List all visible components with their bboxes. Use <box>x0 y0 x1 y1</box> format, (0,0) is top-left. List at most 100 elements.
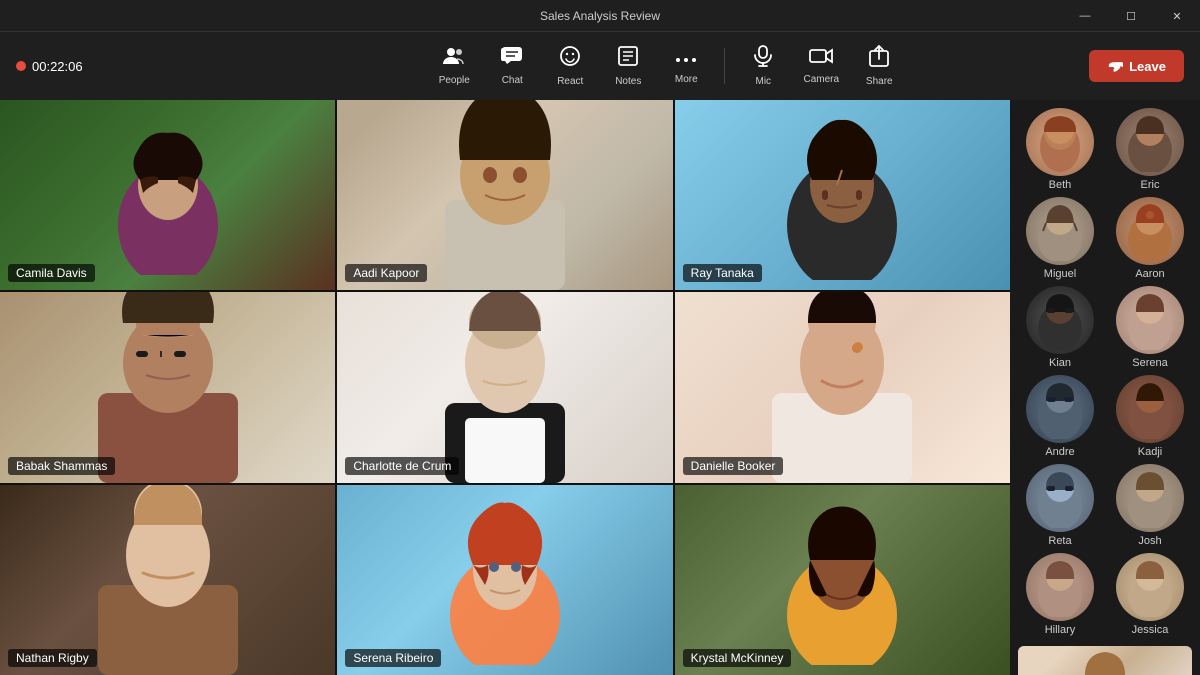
sidebar-row-3: Kian Serena <box>1010 286 1200 369</box>
babak-avatar <box>88 292 248 482</box>
participant-serena[interactable]: Serena <box>1108 286 1192 369</box>
avatar-reta <box>1026 464 1094 532</box>
people-button[interactable]: People <box>426 38 482 94</box>
mic-icon <box>754 45 772 73</box>
participant-reta[interactable]: Reta <box>1018 464 1102 547</box>
participant-hillary[interactable]: Hillary <box>1018 553 1102 636</box>
sidebar-row-4: Andre Kadji <box>1010 375 1200 458</box>
more-label: More <box>675 74 698 85</box>
participant-eric[interactable]: Eric <box>1108 108 1192 191</box>
participants-sidebar: Beth Eric <box>1010 100 1200 675</box>
name-tag-aadi: Aadi Kapoor <box>345 264 427 282</box>
notes-label: Notes <box>615 76 641 87</box>
camila-avatar <box>108 115 228 275</box>
name-tag-ray: Ray Tanaka <box>683 264 762 282</box>
share-button[interactable]: Share <box>851 38 907 94</box>
share-label: Share <box>866 76 893 87</box>
ray-avatar <box>777 110 907 280</box>
charlotte-avatar <box>425 292 585 482</box>
notes-icon <box>618 45 638 73</box>
react-label: React <box>557 76 583 87</box>
participant-name-josh: Josh <box>1138 535 1161 547</box>
participant-jessica[interactable]: Jessica <box>1108 553 1192 636</box>
avatar-kadji <box>1116 375 1184 443</box>
avatar-andre <box>1026 375 1094 443</box>
video-tile-ray[interactable]: Ray Tanaka <box>675 100 1010 290</box>
toolbar-buttons: People Chat Reac <box>426 38 907 94</box>
react-button[interactable]: React <box>542 38 598 94</box>
avatar-aaron <box>1116 197 1184 265</box>
avatar-serena <box>1116 286 1184 354</box>
toolbar: 00:22:06 People <box>0 32 1200 100</box>
participant-aaron[interactable]: Aaron <box>1108 197 1192 280</box>
more-button[interactable]: More <box>658 38 714 94</box>
avatar-eric <box>1116 108 1184 176</box>
close-button[interactable]: ✕ <box>1154 0 1200 32</box>
video-grid: Camila Davis Aadi Kapoor <box>0 100 1010 675</box>
participant-kian[interactable]: Kian <box>1018 286 1102 369</box>
nathan-avatar <box>88 485 248 675</box>
participant-andre[interactable]: Andre <box>1018 375 1102 458</box>
participant-miguel[interactable]: Miguel <box>1018 197 1102 280</box>
video-tile-serena-r[interactable]: Serena Ribeiro <box>337 485 672 675</box>
jessica-video-preview <box>1018 646 1192 675</box>
participant-name-andre: Andre <box>1045 446 1074 458</box>
aadi-avatar <box>425 100 585 290</box>
avatar-kian <box>1026 286 1094 354</box>
camera-button[interactable]: Camera <box>793 38 849 94</box>
participant-name-aaron: Aaron <box>1135 268 1164 280</box>
name-tag-charlotte: Charlotte de Crum <box>345 457 459 475</box>
video-tile-camila[interactable]: Camila Davis <box>0 100 335 290</box>
sidebar-jessica-preview <box>1010 642 1200 675</box>
people-label: People <box>439 75 470 86</box>
mic-button[interactable]: Mic <box>735 38 791 94</box>
leave-label: Leave <box>1129 59 1166 74</box>
camera-label: Camera <box>803 74 839 85</box>
participant-name-serena: Serena <box>1132 357 1167 369</box>
video-tile-charlotte[interactable]: Charlotte de Crum <box>337 292 672 482</box>
leave-button[interactable]: Leave <box>1089 50 1184 82</box>
timer-display: 00:22:06 <box>32 59 83 74</box>
minimize-button[interactable]: — <box>1062 0 1108 32</box>
sidebar-row-1: Beth Eric <box>1010 108 1200 191</box>
video-tile-babak[interactable]: Babak Shammas <box>0 292 335 482</box>
maximize-button[interactable]: ☐ <box>1108 0 1154 32</box>
sidebar-row-5: Reta Josh <box>1010 464 1200 547</box>
sidebar-row-6: Hillary Jessica <box>1010 553 1200 636</box>
name-tag-danielle: Danielle Booker <box>683 457 784 475</box>
share-icon <box>869 45 889 73</box>
avatar-miguel <box>1026 197 1094 265</box>
chat-button[interactable]: Chat <box>484 38 540 94</box>
participant-beth[interactable]: Beth <box>1018 108 1102 191</box>
danielle-avatar <box>762 292 922 482</box>
jessica-preview-avatar <box>1070 646 1140 675</box>
participant-kadji[interactable]: Kadji <box>1108 375 1192 458</box>
video-tile-nathan[interactable]: Nathan Rigby <box>0 485 335 675</box>
chat-label: Chat <box>502 75 523 86</box>
participant-name-eric: Eric <box>1141 179 1160 191</box>
window-title: Sales Analysis Review <box>540 9 660 23</box>
recording-indicator <box>16 61 26 71</box>
name-tag-camila: Camila Davis <box>8 264 95 282</box>
people-icon <box>443 46 465 72</box>
notes-button[interactable]: Notes <box>600 38 656 94</box>
serena-r-avatar <box>440 495 570 665</box>
avatar-beth <box>1026 108 1094 176</box>
leave-phone-icon <box>1107 58 1123 74</box>
window-controls: — ☐ ✕ <box>1062 0 1200 32</box>
sidebar-row-2: Miguel Aaron <box>1010 197 1200 280</box>
video-tile-krystal[interactable]: Krystal McKinney <box>675 485 1010 675</box>
video-tile-aadi[interactable]: Aadi Kapoor <box>337 100 672 290</box>
participant-josh[interactable]: Josh <box>1108 464 1192 547</box>
name-tag-krystal: Krystal McKinney <box>683 649 792 667</box>
name-tag-babak: Babak Shammas <box>8 457 115 475</box>
titlebar: Sales Analysis Review — ☐ ✕ <box>0 0 1200 32</box>
video-tile-danielle[interactable]: Danielle Booker <box>675 292 1010 482</box>
krystal-avatar <box>777 495 907 665</box>
avatar-josh <box>1116 464 1184 532</box>
name-tag-serena-r: Serena Ribeiro <box>345 649 441 667</box>
participant-name-hillary: Hillary <box>1045 624 1076 636</box>
participant-name-jessica: Jessica <box>1132 624 1169 636</box>
chat-icon <box>501 46 523 72</box>
camera-icon <box>809 47 833 71</box>
